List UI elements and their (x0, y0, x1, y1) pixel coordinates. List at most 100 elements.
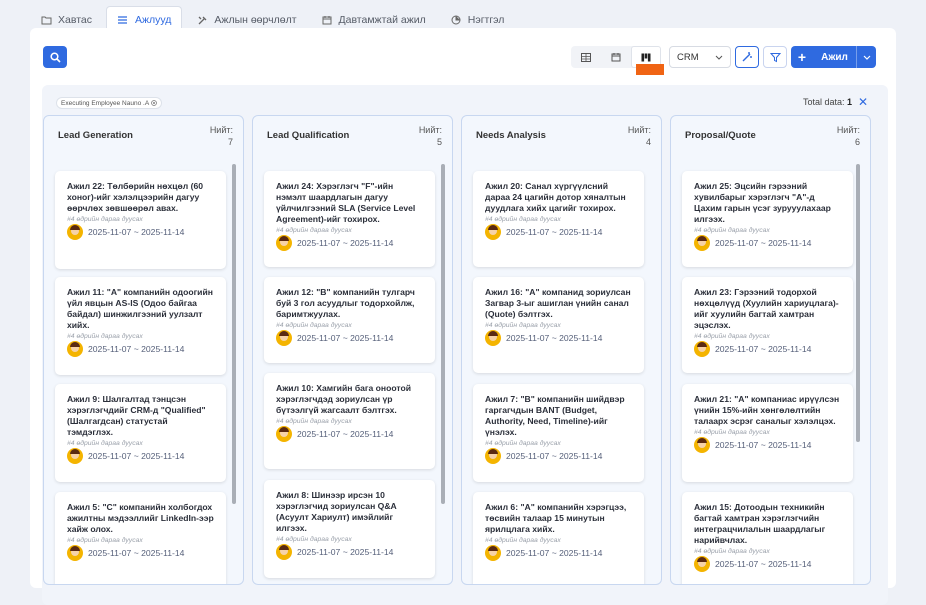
total-label: Total data: (802, 97, 845, 107)
task-card[interactable]: Ажил 23: Гэрээний тодорхой нөхцөлүүд (Ху… (682, 277, 853, 373)
plus-icon: + (797, 49, 807, 65)
total-value: 1 (846, 97, 852, 107)
task-card[interactable]: Ажил 25: Эцсийн гэрээний хувилбарыг хэрэ… (682, 171, 853, 267)
add-task-dropdown[interactable] (856, 46, 876, 68)
task-title: Ажил 24: Хэрэглэгч "F"-ийн нэмэлт шаардл… (276, 181, 416, 224)
column-title: Lead Qualification (267, 130, 350, 141)
chevron-down-icon (715, 55, 723, 60)
column-title: Lead Generation (58, 130, 133, 141)
task-card[interactable]: Ажил 20: Санал хүргүүлсний дараа 24 цаги… (473, 171, 644, 267)
task-dates: 2025-11-07 ~ 2025-11-14 (297, 429, 394, 439)
task-card[interactable]: Ажил 10: Хамгийн бага оноотой хэрэглэгчд… (264, 373, 435, 469)
calendar-icon (321, 14, 333, 26)
task-due-note: #4 өдрийн дараа дуусах (694, 548, 770, 555)
main-panel: CRM + Ажил Executing Employee Nauno .A T… (30, 28, 896, 605)
avatar (67, 448, 83, 464)
view-table-button[interactable] (571, 46, 601, 68)
avatar (276, 544, 292, 560)
column-scrollbar[interactable] (232, 164, 236, 504)
filter-button[interactable] (763, 46, 787, 68)
total-data: Total data: 1 (803, 97, 852, 107)
task-due-note: #4 өдрийн дараа дуусах (276, 418, 352, 425)
task-title: Ажил 25: Эцсийн гэрээний хувилбарыг хэрэ… (694, 181, 831, 224)
magic-wand-button[interactable] (735, 46, 759, 68)
task-due-note: #4 өдрийн дараа дуусах (694, 333, 770, 340)
task-dates: 2025-11-07 ~ 2025-11-14 (88, 344, 185, 354)
task-dates: 2025-11-07 ~ 2025-11-14 (297, 238, 394, 248)
task-dates: 2025-11-07 ~ 2025-11-14 (88, 451, 185, 461)
task-dates: 2025-11-07 ~ 2025-11-14 (715, 440, 812, 450)
tab-label: Ажлын өөрчлөлт (214, 14, 297, 26)
task-title: Ажил 16: "А" компанид зориулсан Загвар 3… (485, 287, 631, 319)
column-lead-qualification: Lead Qualification Нийт: 5 Ажил 24: Хэрэг… (252, 115, 453, 585)
avatar (485, 330, 501, 346)
task-dates: 2025-11-07 ~ 2025-11-14 (506, 548, 603, 558)
magic-wand-icon (742, 52, 752, 62)
task-card[interactable]: Ажил 6: "А" компанийн хэрэгцээ, төсвийн … (473, 492, 644, 584)
task-due-note: #4 өдрийн дараа дуусах (485, 537, 561, 544)
task-card[interactable]: Ажил 22: Төлбөрийн нөхцөл (60 хоног)-ийг… (55, 171, 226, 269)
task-card[interactable]: Ажил 7: "В" компанийн шийдвэр гаргагчдын… (473, 384, 644, 482)
task-card[interactable]: Ажил 11: "А" компанийн одоогийн үйл явцы… (55, 277, 226, 375)
pie-icon (450, 14, 462, 26)
task-due-note: #4 өдрийн дараа дуусах (485, 322, 561, 329)
add-task-label: Ажил (821, 51, 848, 63)
task-dates: 2025-11-07 ~ 2025-11-14 (506, 333, 603, 343)
avatar (67, 545, 83, 561)
column-scrollbar[interactable] (856, 164, 860, 442)
task-dates: 2025-11-07 ~ 2025-11-14 (506, 227, 603, 237)
add-task-button[interactable]: + Ажил (791, 46, 876, 68)
task-card[interactable]: Ажил 16: "А" компанид зориулсан Загвар 3… (473, 277, 644, 373)
task-card[interactable]: Ажил 5: "С" компанийн холбогдох ажилтны … (55, 492, 226, 584)
avatar (67, 341, 83, 357)
task-title: Ажил 21: "А" компаниас ирүүлсэн үнийн 15… (694, 394, 840, 426)
avatar (485, 448, 501, 464)
task-dates: 2025-11-07 ~ 2025-11-14 (506, 451, 603, 461)
crm-select[interactable]: CRM (669, 46, 731, 68)
task-card[interactable]: Ажил 9: Шалгалтад тэнцсэн хэрэглэгчдийг … (55, 384, 226, 482)
task-dates: 2025-11-07 ~ 2025-11-14 (88, 227, 185, 237)
task-dates: 2025-11-07 ~ 2025-11-14 (297, 547, 394, 557)
avatar (276, 426, 292, 442)
avatar (485, 545, 501, 561)
task-card[interactable]: Ажил 21: "А" компаниас ирүүлсэн үнийн 15… (682, 384, 853, 482)
task-card[interactable]: Ажил 8: Шинээр ирсэн 10 хэрэглэгчид зори… (264, 480, 435, 578)
avatar (67, 224, 83, 240)
column-lead-generation: Lead Generation Нийт: 7 Ажил 22: Төлбөрий… (43, 115, 244, 585)
view-calendar-button[interactable] (601, 46, 631, 68)
task-card[interactable]: Ажил 24: Хэрэглэгч "F"-ийн нэмэлт шаардл… (264, 171, 435, 267)
task-card[interactable]: Ажил 12: "В" компанийн тулгарч буй 3 гол… (264, 277, 435, 363)
task-dates: 2025-11-07 ~ 2025-11-14 (715, 238, 812, 248)
column-header: Lead Qualification Нийт: 5 (253, 116, 452, 156)
crm-select-value: CRM (677, 51, 699, 63)
close-icon[interactable]: ✕ (858, 95, 868, 109)
column-scrollbar[interactable] (441, 164, 445, 504)
table-icon (581, 52, 591, 62)
search-icon (49, 51, 61, 63)
search-button[interactable] (43, 46, 67, 68)
kanban-icon (641, 53, 651, 61)
avatar (694, 235, 710, 251)
task-title: Ажил 22: Төлбөрийн нөхцөл (60 хоног)-ийг… (67, 181, 204, 213)
task-due-note: #4 өдрийн дараа дуусах (276, 536, 352, 543)
column-count: Нийт: 5 (418, 125, 442, 147)
avatar (276, 235, 292, 251)
tab-label: Давтамжтай ажил (338, 14, 426, 26)
task-dates: 2025-11-07 ~ 2025-11-14 (715, 559, 812, 569)
task-due-note: #4 өдрийн дараа дуусах (276, 322, 352, 329)
task-due-note: #4 өдрийн дараа дуусах (67, 333, 143, 340)
task-dates: 2025-11-07 ~ 2025-11-14 (715, 344, 812, 354)
task-card[interactable]: Ажил 15: Дотоодын техникийн багтай хамтр… (682, 492, 853, 584)
task-title: Ажил 23: Гэрээний тодорхой нөхцөлүүд (Ху… (694, 287, 839, 330)
avatar (694, 341, 710, 357)
column-count: Нийт: 6 (836, 125, 860, 147)
chevron-down-icon (863, 55, 870, 60)
task-title: Ажил 5: "С" компанийн холбогдох ажилтны … (67, 502, 214, 534)
task-title: Ажил 12: "В" компанийн тулгарч буй 3 гол… (276, 287, 415, 319)
filter-chip[interactable]: Executing Employee Nauno .A (56, 97, 163, 109)
avatar (485, 224, 501, 240)
tab-label: Нэгтгэл (467, 14, 505, 26)
column-count: Нийт: 4 (627, 125, 651, 147)
active-view-indicator (636, 64, 664, 75)
close-circle-icon[interactable] (151, 100, 158, 106)
